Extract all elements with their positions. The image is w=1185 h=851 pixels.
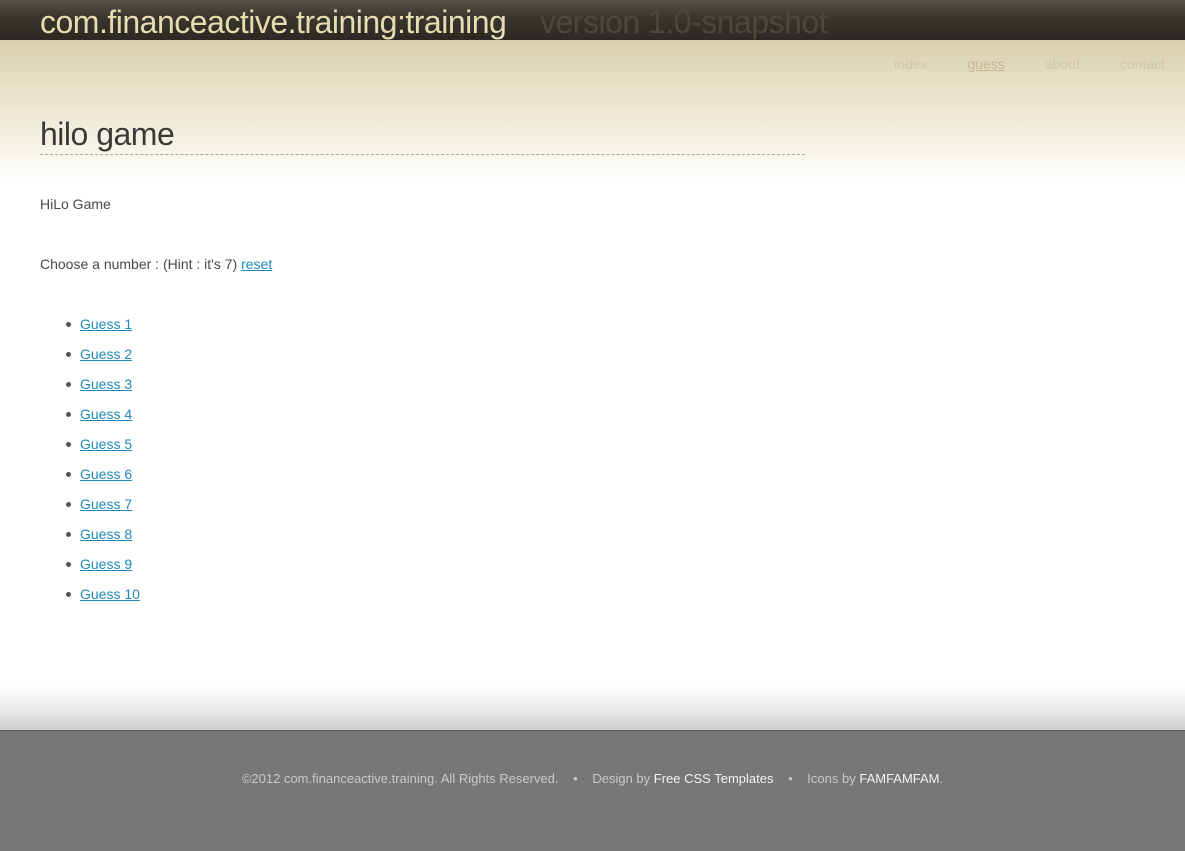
bullet-icon [66,442,71,447]
bullet-icon [66,502,71,507]
icons-by-text: Icons by [807,771,856,786]
list-item: Guess 8 [40,525,272,555]
footer-fade [0,685,1185,730]
bullet-icon [66,562,71,567]
design-by-text: Design by [592,771,651,786]
list-item: Guess 4 [40,405,272,435]
footer-period: . [939,771,944,786]
list-item: Guess 7 [40,495,272,525]
guess-link-10[interactable]: Guess 10 [80,586,140,602]
bullet-icon [66,322,71,327]
choose-number-line: Choose a number : (Hint : it's 7) reset [40,255,272,273]
nav-item-index[interactable]: index [894,56,927,72]
guess-link-9[interactable]: Guess 9 [80,556,132,572]
page: com.financeactive.training:training vers… [0,0,1185,851]
bullet-icon [66,352,71,357]
main-nav: index guess about contact [854,56,1165,72]
list-item: Guess 5 [40,435,272,465]
list-item: Guess 6 [40,465,272,495]
choose-number-text: Choose a number : (Hint : it's 7) [40,256,238,272]
guess-list: Guess 1 Guess 2 Guess 3 Guess 4 Guess 5 … [40,315,272,615]
guess-link-6[interactable]: Guess 6 [80,466,132,482]
list-item: Guess 2 [40,345,272,375]
bullet-icon [66,382,71,387]
guess-link-1[interactable]: Guess 1 [80,316,132,332]
site-title: com.financeactive.training:training [40,4,507,40]
intro-text: HiLo Game [40,196,111,212]
footer-separator: • [573,771,578,786]
guess-link-7[interactable]: Guess 7 [80,496,132,512]
copyright-text: ©2012 com.financeactive.training. All Ri… [241,771,559,786]
main-content: HiLo Game Choose a number : (Hint : it's… [40,195,272,615]
bullet-icon [66,412,71,417]
guess-link-8[interactable]: Guess 8 [80,526,132,542]
bullet-icon [66,472,71,477]
free-css-templates-link[interactable]: Free CSS Templates [654,771,774,786]
guess-link-3[interactable]: Guess 3 [80,376,132,392]
footer-text: ©2012 com.financeactive.training. All Ri… [0,771,1185,786]
guess-link-4[interactable]: Guess 4 [80,406,132,422]
bullet-icon [66,592,71,597]
nav-item-about[interactable]: about [1045,56,1080,72]
bullet-icon [66,532,71,537]
guess-link-5[interactable]: Guess 5 [80,436,132,452]
reset-link[interactable]: reset [241,256,272,272]
footer-separator: • [788,771,793,786]
famfamfam-link[interactable]: FAMFAMFAM [859,771,939,786]
list-item: Guess 3 [40,375,272,405]
list-item: Guess 1 [40,315,272,345]
guess-link-2[interactable]: Guess 2 [80,346,132,362]
site-version: version 1.0-snapshot [540,4,828,40]
footer: ©2012 com.financeactive.training. All Ri… [0,730,1185,851]
list-item: Guess 10 [40,585,272,615]
nav-item-guess[interactable]: guess [967,56,1004,72]
list-item: Guess 9 [40,555,272,585]
page-title: hilo game [40,114,805,155]
nav-item-contact[interactable]: contact [1120,56,1165,72]
